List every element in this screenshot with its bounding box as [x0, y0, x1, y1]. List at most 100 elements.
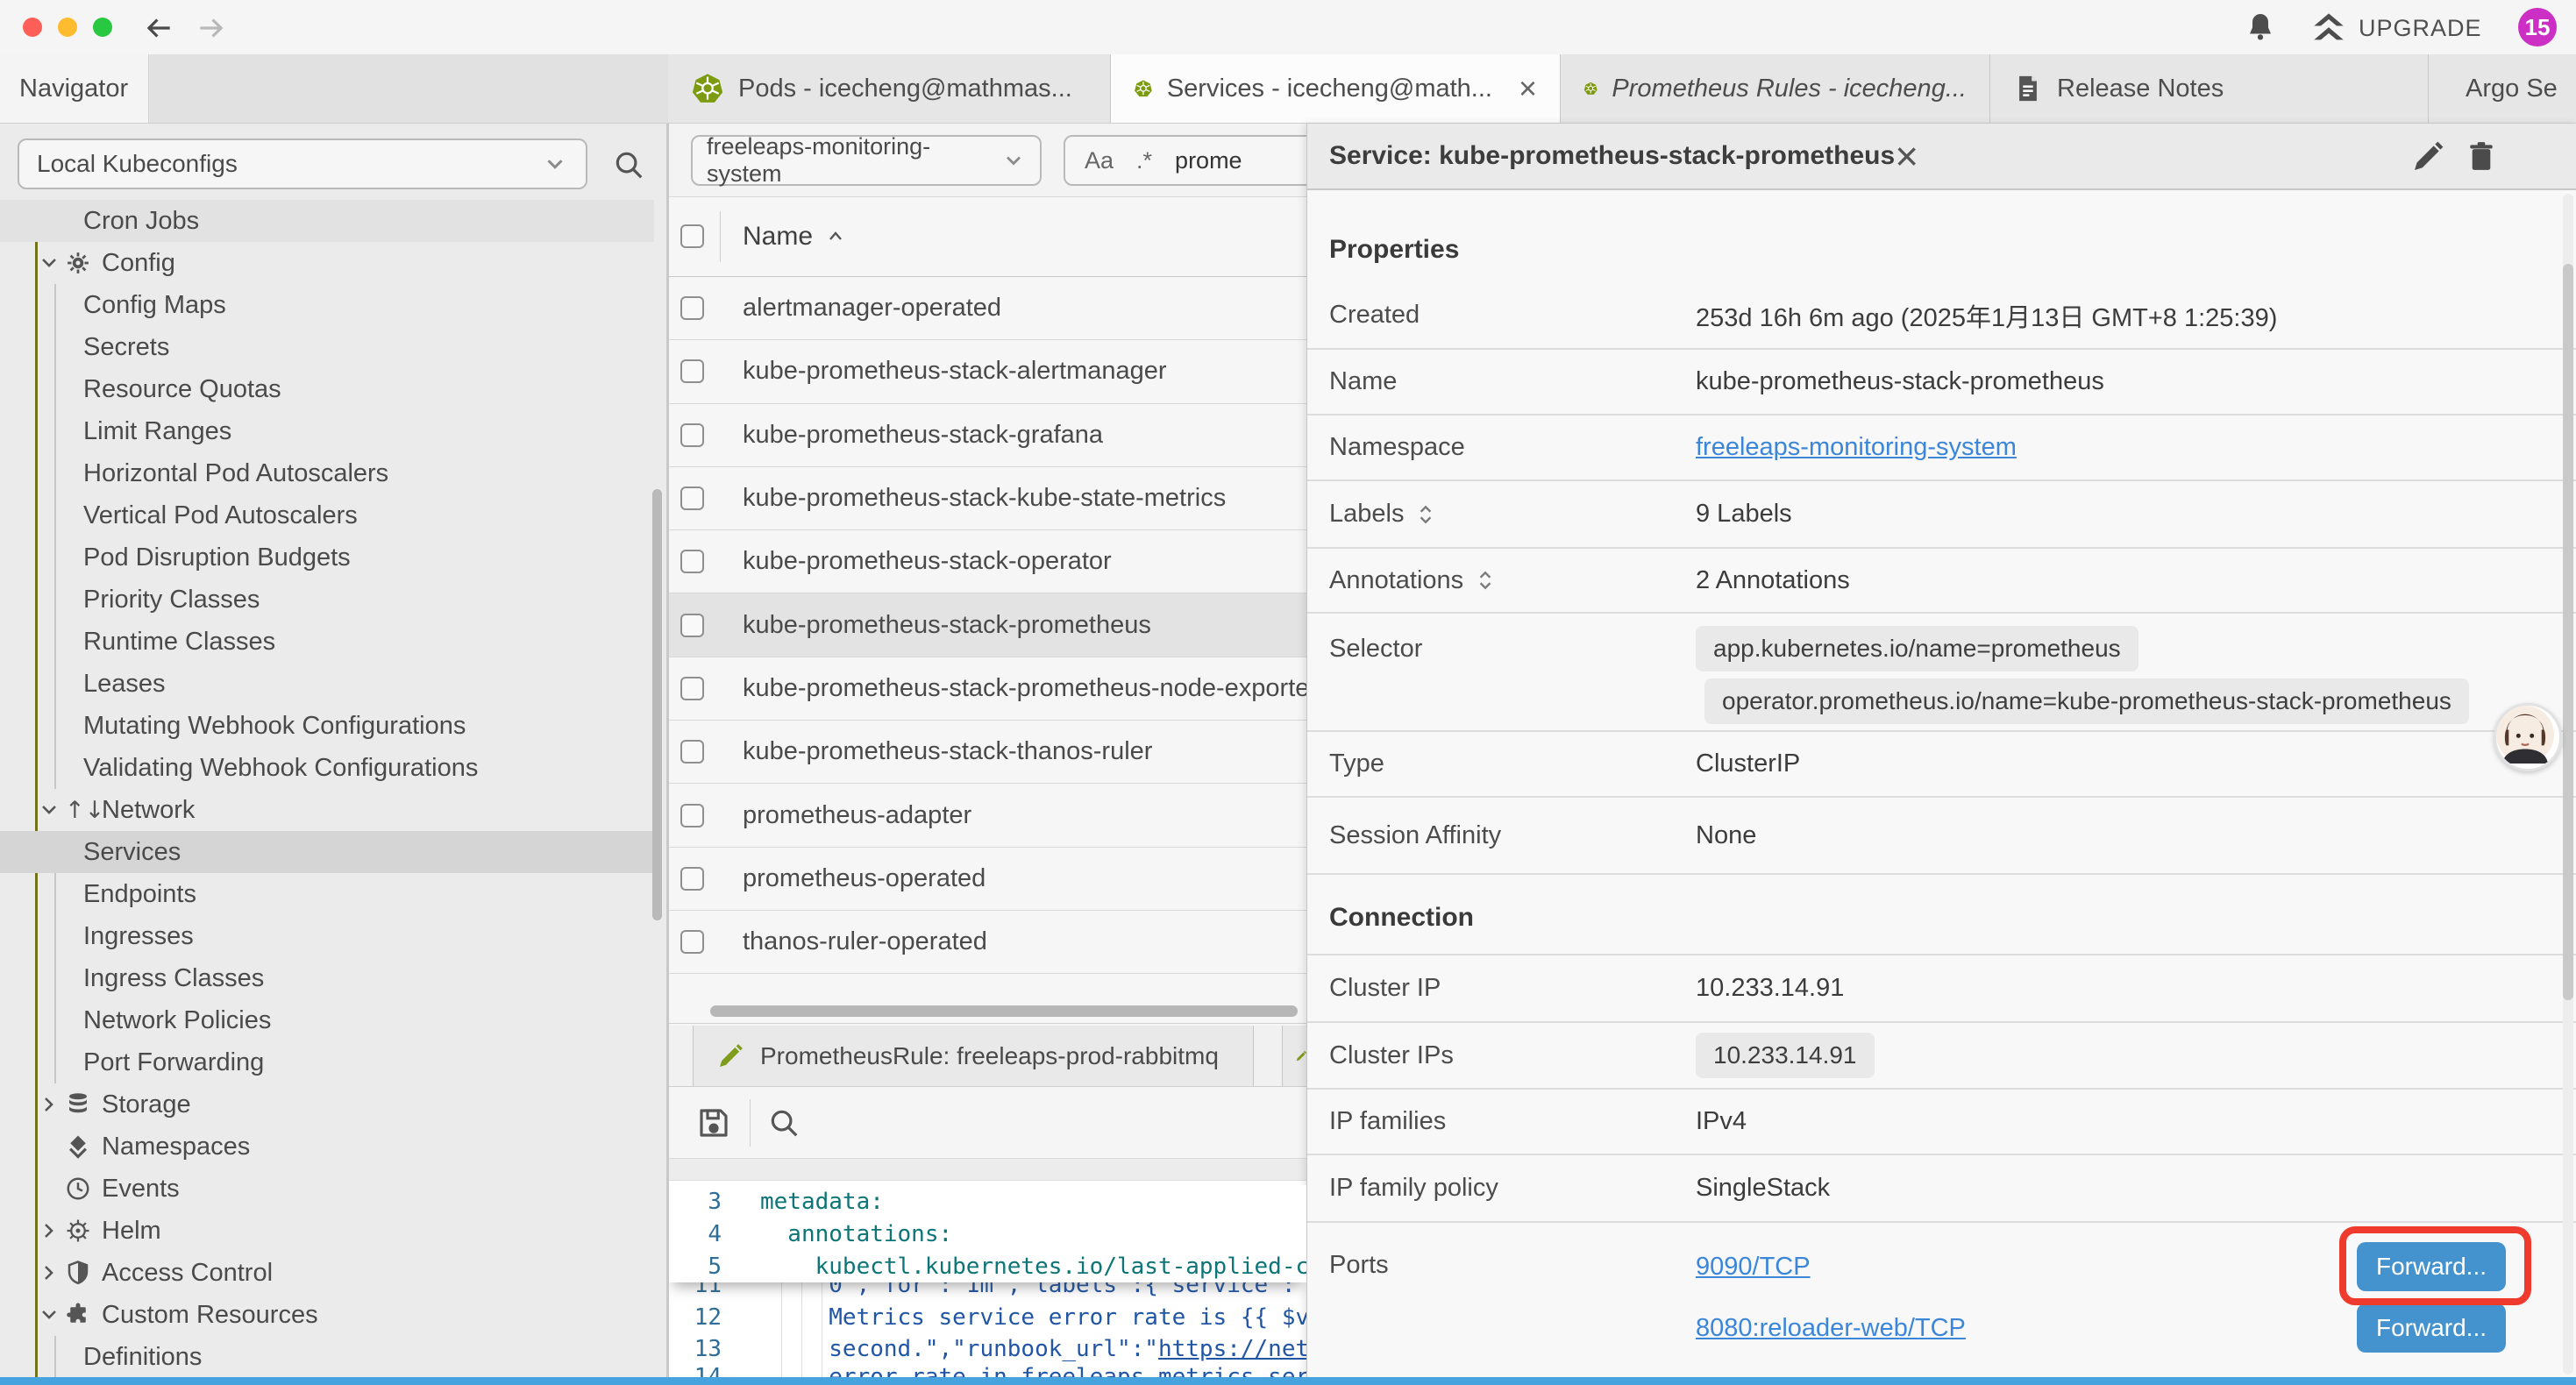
row-checkbox[interactable]	[680, 740, 704, 764]
sidebar-item-port-forwarding[interactable]: Port Forwarding	[0, 1041, 654, 1083]
tab-prometheus-rules[interactable]: Prometheus Rules - icecheng...	[1561, 54, 1990, 123]
tab-services-active[interactable]: Services - icecheng@math... ×	[1111, 54, 1561, 123]
sidebar-item-leases[interactable]: Leases	[0, 663, 654, 705]
kubeconfig-select[interactable]: Local Kubeconfigs	[18, 138, 587, 189]
edit-pencil-icon[interactable]	[2410, 139, 2445, 174]
row-checkbox[interactable]	[680, 487, 704, 510]
sidebar-item-priority-classes[interactable]: Priority Classes	[0, 579, 654, 621]
window-zoom-button[interactable]	[93, 18, 112, 37]
forward-arrow-icon[interactable]	[195, 11, 228, 45]
tab-pods[interactable]: Pods - icecheng@mathmas...	[668, 54, 1111, 123]
editor-search-icon[interactable]	[767, 1106, 801, 1140]
sidebar-item-validating-webhook-configurations[interactable]: Validating Webhook Configurations	[0, 747, 654, 789]
sidebar-item-ingress-classes[interactable]: Ingress Classes	[0, 957, 654, 999]
pencil-icon	[716, 1042, 744, 1070]
yaml-editor[interactable]: 11 0","for":"1m","labels":{"service":" 1…	[669, 1181, 1306, 1377]
sidebar-item-ingresses[interactable]: Ingresses	[0, 915, 654, 957]
sidebar-item-config-maps[interactable]: Config Maps	[0, 284, 654, 326]
sidebar-item-events[interactable]: Events	[0, 1168, 654, 1210]
row-checkbox[interactable]	[680, 550, 704, 573]
row-checkbox[interactable]	[680, 930, 704, 954]
editor-tab-next[interactable]	[1282, 1026, 1306, 1086]
sidebar-item-pod-disruption-budgets[interactable]: Pod Disruption Budgets	[0, 536, 654, 579]
forward-button-9090[interactable]: Forward...	[2357, 1242, 2506, 1291]
expand-collapse-icon[interactable]	[1474, 569, 1497, 592]
tab-label: Pods - icecheng@mathmas...	[738, 75, 1072, 103]
namespace-select[interactable]: freeleaps-monitoring-system	[691, 135, 1042, 186]
table-row-selected[interactable]: kube-prometheus-stack-prometheus	[669, 593, 1306, 657]
row-checkbox[interactable]	[680, 867, 704, 891]
sidebar-item-config[interactable]: Config	[0, 242, 654, 284]
notification-count-badge[interactable]: 15	[2518, 8, 2557, 46]
sidebar-item-secrets[interactable]: Secrets	[0, 326, 654, 368]
sidebar-item-horizontal-pod-autoscalers[interactable]: Horizontal Pod Autoscalers	[0, 452, 654, 494]
save-icon[interactable]	[695, 1104, 732, 1141]
row-checkbox[interactable]	[680, 677, 704, 700]
row-checkbox[interactable]	[680, 804, 704, 827]
close-icon[interactable]: ×	[1895, 136, 1918, 176]
upgrade-button[interactable]: UPGRADE	[2311, 11, 2482, 46]
sidebar-item-definitions[interactable]: Definitions	[0, 1336, 654, 1378]
delete-trash-icon[interactable]	[2465, 139, 2500, 174]
horizontal-scrollbar-thumb[interactable]	[710, 1005, 1298, 1017]
table-row[interactable]: kube-prometheus-stack-operator	[669, 530, 1306, 593]
sidebar-item-endpoints[interactable]: Endpoints	[0, 873, 654, 915]
sidebar-item-services[interactable]: Services	[0, 831, 654, 873]
sidebar-item-network[interactable]: ↑↓ Network	[0, 789, 654, 831]
sidebar-item-runtime-classes[interactable]: Runtime Classes	[0, 621, 654, 663]
sidebar-item-network-policies[interactable]: Network Policies	[0, 999, 654, 1041]
search-input-value: prome	[1175, 147, 1242, 174]
row-checkbox[interactable]	[680, 359, 704, 383]
tab-argo[interactable]: Argo Se	[2429, 54, 2576, 123]
runbook-url-link[interactable]: https://netea	[1158, 1336, 1306, 1362]
window-minimize-button[interactable]	[58, 18, 77, 37]
port-link-8080[interactable]: 8080:reloader-web/TCP	[1696, 1314, 1966, 1343]
table-row[interactable]: thanos-ruler-operated	[669, 911, 1306, 974]
section-heading-properties: Properties	[1307, 190, 2576, 282]
table-row[interactable]: prometheus-adapter	[669, 784, 1306, 847]
row-checkbox[interactable]	[680, 423, 704, 447]
port-link-9090[interactable]: 9090/TCP	[1696, 1253, 1811, 1282]
sidebar-item-namespaces[interactable]: Namespaces	[0, 1126, 654, 1168]
window-close-button[interactable]	[23, 18, 42, 37]
table-row[interactable]: kube-prometheus-stack-alertmanager	[669, 340, 1306, 403]
forward-button-8080[interactable]: Forward...	[2357, 1303, 2506, 1353]
assistant-avatar[interactable]	[2494, 703, 2562, 771]
tab-release-notes[interactable]: Release Notes	[1990, 54, 2429, 123]
sidebar-item-cron-jobs[interactable]: Cron Jobs	[0, 200, 654, 242]
sidebar-item-custom-resources[interactable]: Custom Resources	[0, 1294, 654, 1336]
sidebar-item-storage[interactable]: Storage	[0, 1083, 654, 1126]
tab-close-icon[interactable]: ×	[1519, 73, 1537, 104]
sidebar-item-resource-quotas[interactable]: Resource Quotas	[0, 368, 654, 410]
namespace-link[interactable]: freeleaps-monitoring-system	[1696, 433, 2017, 462]
table-row[interactable]: kube-prometheus-stack-grafana	[669, 404, 1306, 467]
tab-label: Prometheus Rules - icecheng...	[1612, 75, 1967, 103]
table-row[interactable]: kube-prometheus-stack-prometheus-node-ex…	[669, 657, 1306, 721]
notifications-bell-icon[interactable]	[2245, 11, 2276, 43]
sidebar-scrollbar-thumb[interactable]	[652, 489, 662, 920]
back-arrow-icon[interactable]	[142, 11, 175, 45]
table-row[interactable]: alertmanager-operated	[669, 277, 1306, 340]
row-checkbox[interactable]	[680, 614, 704, 637]
sidebar-search-icon[interactable]	[612, 148, 645, 181]
expand-collapse-icon[interactable]	[1414, 503, 1437, 526]
indent-guide	[801, 1282, 802, 1377]
sidebar-item-vertical-pod-autoscalers[interactable]: Vertical Pod Autoscalers	[0, 494, 654, 536]
regex-icon[interactable]: .*	[1136, 147, 1152, 174]
table-row[interactable]: kube-prometheus-stack-thanos-ruler	[669, 721, 1306, 784]
row-checkbox[interactable]	[680, 296, 704, 320]
search-input[interactable]: Aa .* prome	[1064, 135, 1306, 186]
navigator-panel-tab[interactable]: Navigator	[0, 54, 149, 123]
sidebar-item-access-control[interactable]: Access Control	[0, 1252, 654, 1294]
table-row[interactable]: prometheus-operated	[669, 848, 1306, 911]
sidebar-item-limit-ranges[interactable]: Limit Ranges	[0, 410, 654, 452]
column-header-name[interactable]: Name	[743, 222, 846, 252]
select-all-checkbox[interactable]	[680, 224, 704, 248]
database-icon	[65, 1091, 91, 1118]
match-case-icon[interactable]: Aa	[1085, 147, 1114, 174]
sidebar-item-helm[interactable]: Helm	[0, 1210, 654, 1252]
detail-scrollbar-thumb[interactable]	[2563, 264, 2573, 1000]
editor-tab-prometheusrule[interactable]: PrometheusRule: freeleaps-prod-rabbitmq	[693, 1026, 1254, 1086]
table-row[interactable]: kube-prometheus-stack-kube-state-metrics	[669, 467, 1306, 530]
sidebar-item-mutating-webhook-configurations[interactable]: Mutating Webhook Configurations	[0, 705, 654, 747]
